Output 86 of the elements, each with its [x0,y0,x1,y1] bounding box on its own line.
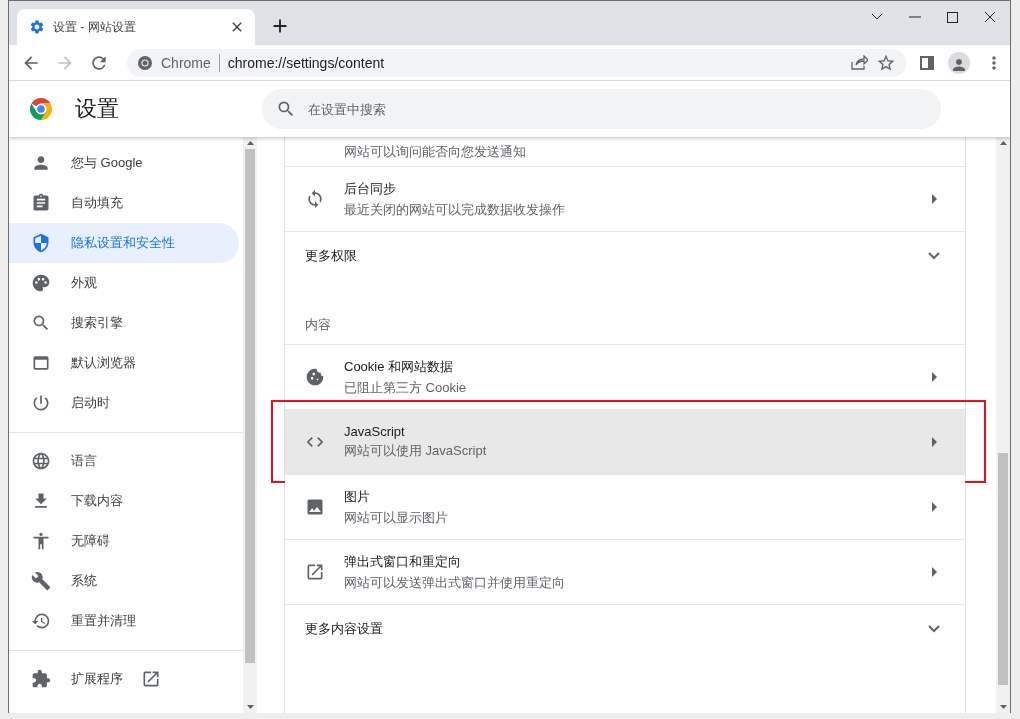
sidebar-item-icon [31,353,51,373]
content-scrollbar[interactable] [996,137,1010,713]
row-icon [305,562,325,582]
sidebar-label: 您与 Google [71,154,143,172]
site-label: Chrome [161,53,220,72]
maximize-icon[interactable] [947,11,958,23]
sidebar-item-icon [31,531,51,551]
settings-icon [29,19,45,35]
row-title: Cookie 和网站数据 [344,357,455,376]
url-text: chrome://settings/content [227,54,386,71]
share-icon[interactable] [850,54,868,71]
sidebar-scrollbar[interactable] [243,137,257,713]
expand-row[interactable]: 更多内容设置 [285,604,965,652]
row-icon [305,497,325,517]
sidebar-item-icon [31,571,51,591]
sidebar-item-icon [31,669,51,689]
sidebar-label: 隐私设置和安全性 [71,234,175,252]
sidebar-item-icon [31,273,51,293]
expand-row[interactable]: 更多权限 [285,231,965,279]
sidebar-item-icon [31,451,51,471]
sidebar-label: 自动填充 [71,194,123,212]
sidebar-item[interactable]: 语言 [9,441,239,481]
sidebar-item[interactable]: 外观 [9,263,239,303]
sidebar-label: 启动时 [71,394,110,412]
side-panel-icon[interactable] [920,55,934,70]
chevron-down-icon[interactable] [871,13,883,21]
section-heading: 内容 [305,316,331,334]
sidebar-label: 重置并清理 [71,612,136,630]
arrow-right-icon [932,372,937,382]
sidebar-item-icon [31,611,51,631]
scroll-down-icon[interactable] [246,705,254,709]
row-title: 更多内容设置 [305,619,384,638]
row-subtitle: 网站可以发送弹出式窗口并使用重定向 [344,573,566,592]
sidebar-label: 系统 [71,572,97,590]
scroll-up-icon[interactable] [999,141,1007,145]
row-subtitle: 网站可以使用 JavaScript [344,442,488,460]
sidebar-item[interactable]: 重置并清理 [9,601,239,641]
arrow-right-icon [932,502,937,512]
sidebar-item[interactable]: 默认浏览器 [9,343,239,383]
sidebar-item-icon [31,313,51,333]
sidebar-item[interactable]: 启动时 [9,383,239,423]
search-field[interactable]: 在设置中搜索 [262,89,941,129]
row-title: 更多权限 [305,246,358,265]
sidebar-label: 扩展程序 [71,670,123,688]
chrome-icon [137,54,153,71]
sidebar-label: 语言 [71,452,97,470]
sidebar-item[interactable]: 下载内容 [9,481,239,521]
row-icon [305,189,325,209]
tab-title: 设置 - 网站设置 [53,18,137,36]
settings-row[interactable]: JavaScript 网站可以使用 JavaScript [285,409,965,474]
scroll-down-icon[interactable] [999,705,1007,709]
sidebar-item[interactable]: 系统 [9,561,239,601]
sidebar-item-icon [31,193,51,213]
sidebar-item-icon [31,393,51,413]
row-title: JavaScript [344,424,406,439]
sidebar-item[interactable]: 搜索引擎 [9,303,239,343]
row-subtitle: 已阻止第三方 Cookie [344,378,468,397]
sidebar-label: 无障碍 [71,532,110,550]
chrome-logo-icon [29,97,53,121]
arrow-right-icon [932,437,937,447]
scroll-up-icon[interactable] [246,141,254,145]
profile-avatar[interactable] [948,51,970,74]
sidebar-item[interactable]: 隐私设置和安全性 [9,223,239,263]
row-icon [305,367,325,387]
close-icon[interactable] [984,11,996,23]
sidebar-item-icon [31,233,51,253]
address-bar[interactable]: Chrome chrome://settings/content [127,48,906,77]
browser-tab[interactable]: 设置 - 网站设置 [17,9,255,45]
row-title: 后台同步 [344,179,397,198]
sidebar-item[interactable]: 无障碍 [9,521,239,561]
row-subtitle: 网站可以显示图片 [344,508,449,527]
sidebar-label: 默认浏览器 [71,354,136,372]
sidebar-label: 下载内容 [71,492,123,510]
row-title: 图片 [344,487,371,506]
arrow-right-icon [932,194,937,204]
row-subtitle: 最近关闭的网站可以完成数据收发操作 [344,200,566,219]
search-icon [276,99,296,119]
settings-title: 设置 [75,95,120,123]
sidebar-item[interactable]: 您与 Google [9,143,239,183]
sidebar-label: 搜索引擎 [71,314,123,332]
sidebar-item[interactable]: 扩展程序 [9,659,239,699]
arrow-right-icon [932,567,937,577]
row-title: 弹出式窗口和重定向 [344,552,462,571]
row-subtitle: 网站可以询问能否向您发送通知 [344,142,526,161]
sidebar-label: 外观 [71,274,97,292]
sidebar-item[interactable]: 自动填充 [9,183,239,223]
